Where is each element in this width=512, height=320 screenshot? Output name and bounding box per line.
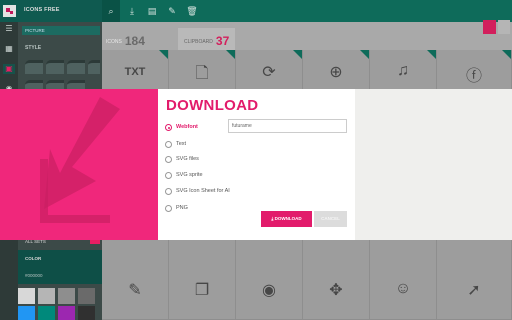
edit-icon[interactable]: ✎ (164, 3, 180, 19)
grid-cell[interactable]: ✥ (303, 262, 370, 320)
download-button[interactable]: ⤓ DOWNLOAD (261, 211, 312, 227)
refresh-icon: ⟳ (262, 64, 276, 81)
trash-icon[interactable]: 🗑 (184, 3, 200, 19)
modal-title: DOWNLOAD (166, 97, 259, 114)
file-icon: 🗋 (195, 65, 209, 82)
grid-cell[interactable]: ❐ (169, 262, 236, 320)
tab-icons-count: 184 (124, 34, 145, 48)
windows-icon: ❐ (194, 282, 210, 299)
color-swatch[interactable] (38, 288, 55, 304)
select-all-icon[interactable] (483, 20, 496, 34)
download-illustration (0, 89, 158, 240)
style-option[interactable] (67, 60, 85, 74)
download-button-label: DOWNLOAD (274, 216, 302, 221)
color-swatch[interactable] (18, 306, 35, 320)
color-value[interactable]: #000000 (25, 273, 43, 278)
check-icon (226, 50, 235, 59)
option-label: SVG Icon Sheet for AI (176, 188, 230, 194)
eye-icon: ◉ (262, 282, 276, 299)
check-icon (427, 50, 436, 59)
style-option[interactable] (88, 60, 100, 74)
cancel-button[interactable]: CANCEL (314, 211, 347, 227)
style-option[interactable] (46, 60, 64, 74)
color-swatch[interactable] (78, 288, 95, 304)
top-toolbar: ⌕ ⤓ ▤ ✎ 🗑 (102, 0, 512, 22)
picture-icon[interactable]: ▣ (3, 64, 15, 74)
txt-file-icon: TXT (124, 66, 146, 78)
radio-button[interactable] (165, 124, 172, 131)
grid-cell[interactable]: ✎ (102, 262, 169, 320)
modal-side-panel (355, 89, 512, 240)
tab-clipboard-label: CLIPBOARD (184, 39, 213, 45)
option-label: PNG (176, 205, 188, 211)
download-icon[interactable]: ⤓ (124, 3, 140, 19)
color-swatch[interactable] (38, 306, 55, 320)
tab-clipboard-count: 37 (215, 34, 230, 48)
radio-button[interactable] (165, 141, 172, 148)
collection-tabs: ICONS 184 CLIPBOARD 37 (102, 20, 512, 50)
color-swatch[interactable] (18, 288, 35, 304)
style-heading: STYLE (25, 45, 42, 51)
tab-clipboard[interactable]: CLIPBOARD 37 (178, 28, 236, 50)
color-heading: COLOR (25, 256, 42, 261)
color-swatch[interactable] (58, 288, 75, 304)
add-circle-icon: ⊕ (329, 64, 343, 81)
search-icon[interactable]: ⌕ (102, 0, 120, 22)
option-label: SVG sprite (176, 172, 203, 178)
download-arrow-icon (40, 97, 120, 223)
color-swatch[interactable] (78, 306, 95, 320)
check-icon (159, 50, 168, 59)
radio-button[interactable] (165, 156, 172, 163)
color-swatch[interactable] (58, 306, 75, 320)
option-label: Webfont (176, 124, 198, 130)
logo-icon[interactable] (3, 5, 16, 17)
picture-filter[interactable]: PICTURE (22, 26, 100, 35)
pencil-icon: ✎ (128, 282, 142, 299)
grid-cell[interactable]: ◉ (236, 262, 303, 320)
cursor-icon: ➚ (467, 282, 481, 299)
grid-cell[interactable]: ➚ (437, 262, 512, 320)
font-name-input[interactable] (228, 119, 347, 133)
grid-cell[interactable]: ☺ (370, 262, 437, 320)
radio-button[interactable] (165, 205, 172, 212)
check-icon (360, 50, 369, 59)
facebook-icon: ⓕ (465, 68, 482, 85)
option-label: Text (176, 141, 187, 147)
grid-icon[interactable]: ▦ (3, 44, 15, 54)
sidebar-header: ICONS FREE (0, 0, 102, 22)
music-note-icon: ♫ (397, 62, 409, 79)
check-icon (293, 50, 302, 59)
app-title: ICONS FREE (24, 7, 60, 13)
style-option[interactable] (25, 60, 43, 74)
tab-icons-label: ICONS (106, 39, 122, 45)
move-icon: ✥ (329, 282, 343, 299)
option-label: SVG files (176, 156, 199, 162)
clear-icon[interactable] (498, 20, 510, 34)
export-icon[interactable]: ▤ (144, 3, 160, 19)
menu-icon[interactable]: ☰ (3, 24, 15, 34)
smiley-icon: ☺ (394, 280, 412, 297)
radio-button[interactable] (165, 172, 172, 179)
radio-button[interactable] (165, 188, 172, 195)
check-icon (502, 50, 511, 59)
